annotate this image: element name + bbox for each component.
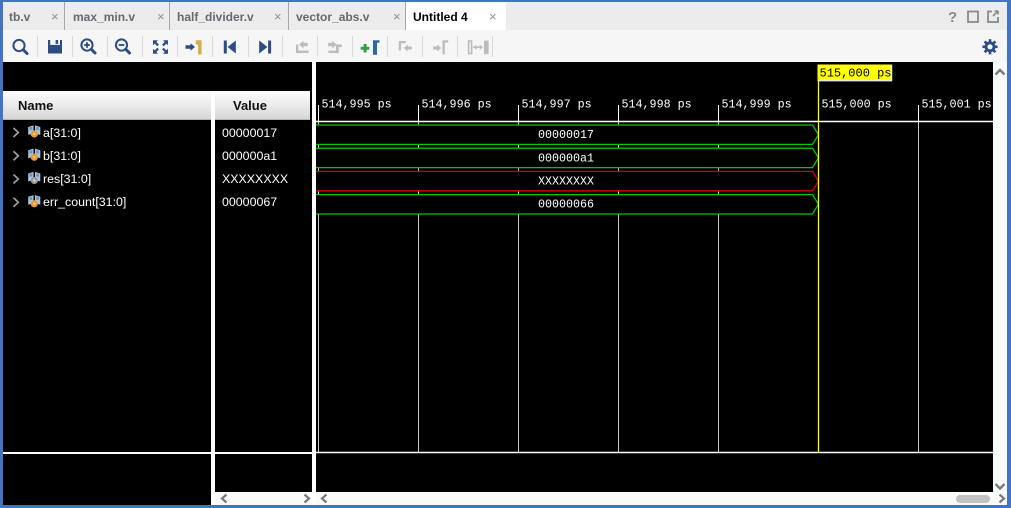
svg-text:515,000 ps: 515,000 ps xyxy=(820,67,892,81)
svg-text:514,997 ps: 514,997 ps xyxy=(522,98,592,112)
svg-text:515,000 ps: 515,000 ps xyxy=(822,98,892,112)
svg-text:00000017: 00000017 xyxy=(538,128,594,142)
svg-text:514,998 ps: 514,998 ps xyxy=(622,98,692,112)
svg-text:515,001 ps: 515,001 ps xyxy=(922,98,992,112)
svg-text:514,996 ps: 514,996 ps xyxy=(422,98,492,112)
svg-text:514,999 ps: 514,999 ps xyxy=(722,98,792,112)
svg-text:00000066: 00000066 xyxy=(538,198,594,212)
svg-text:514,995 ps: 514,995 ps xyxy=(322,98,392,112)
svg-text:XXXXXXXX: XXXXXXXX xyxy=(538,175,594,189)
svg-text:000000a1: 000000a1 xyxy=(538,151,594,165)
